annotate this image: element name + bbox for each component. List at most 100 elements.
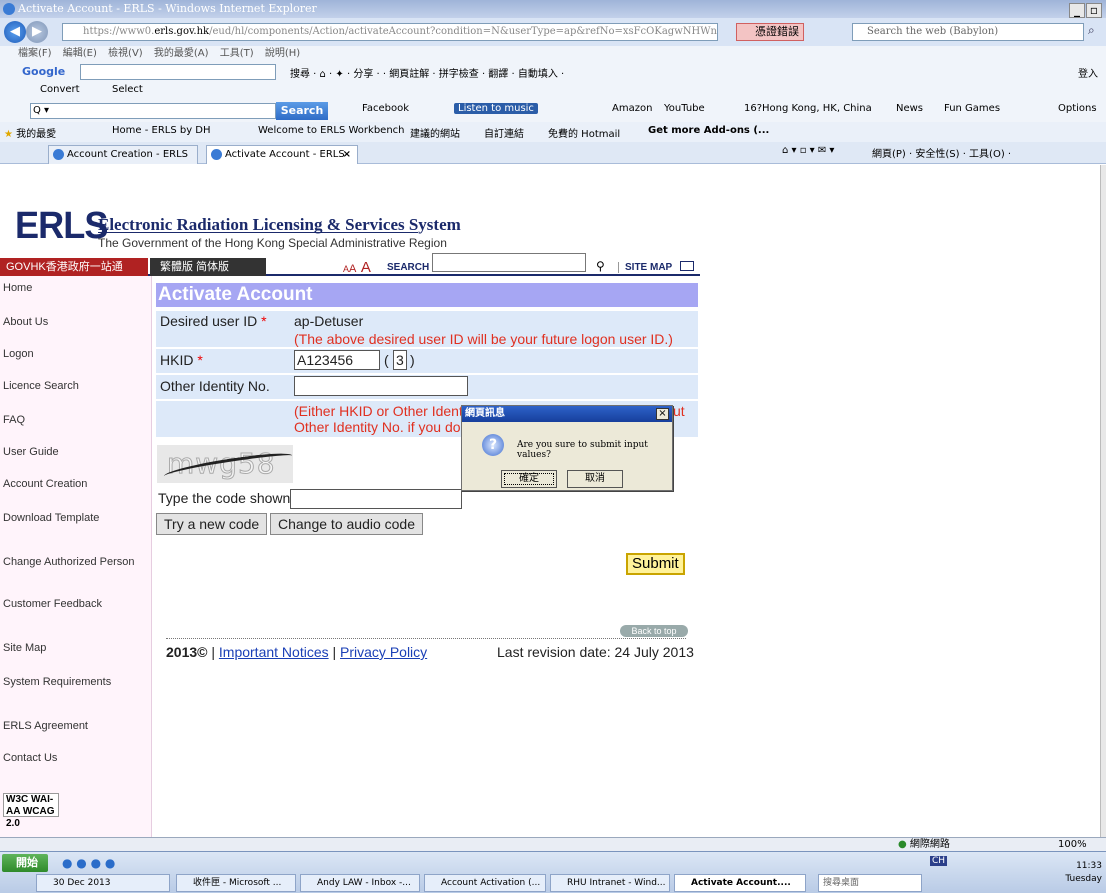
nav-account-creation[interactable]: Account Creation <box>3 478 87 490</box>
nav-site-map[interactable]: Site Map <box>3 642 46 654</box>
dialog-cancel-button[interactable]: 取消 <box>567 470 623 488</box>
footer-links: 2013© | Important Notices | Privacy Poli… <box>166 644 428 660</box>
hkid-paren-open: ( <box>384 352 389 368</box>
menu-bar: 檔案(F) 編輯(E) 檢視(V) 我的最愛(A) 工具(T) 說明(H) <box>0 46 1106 62</box>
nav-logon[interactable]: Logon <box>3 348 34 360</box>
favorite-home-erls[interactable]: Home - ERLS by DH <box>112 125 211 136</box>
address-input[interactable]: https://www0.erls.gov.hk/eud/hl/componen… <box>62 23 718 41</box>
sitemap-link[interactable]: SITE MAP <box>618 262 672 273</box>
taskbar-folder-item[interactable]: 30 Dec 2013 <box>36 874 170 892</box>
taskbar-outlook-inbox[interactable]: 收件匣 - Microsoft ... <box>176 874 296 892</box>
forward-arrow-icon[interactable]: ▶ <box>26 21 48 43</box>
system-clock[interactable]: 11:33 Tuesday <box>1065 860 1102 886</box>
dialog-close-button[interactable]: × <box>656 408 669 420</box>
userid-label: Desired user ID * <box>160 313 267 329</box>
back-to-top-link[interactable]: Back to top <box>620 625 688 637</box>
taskbar-account-activation[interactable]: Account Activation (... <box>424 874 546 892</box>
language-links[interactable]: 繁體版 简体版 <box>150 258 266 276</box>
nav-change-authorized-person[interactable]: Change Authorized Person <box>3 556 134 568</box>
nav-erls-agreement[interactable]: ERLS Agreement <box>3 720 88 732</box>
quick-launch-icons[interactable]: ● ● ● ● <box>62 856 115 870</box>
hkid-paren-close: ) <box>410 352 415 368</box>
youtube-link[interactable]: YouTube <box>664 103 705 114</box>
desktop-search-input[interactable]: 搜尋桌面 <box>818 874 922 892</box>
globe-icon: ● <box>898 839 907 850</box>
menu-favorites[interactable]: 我的最愛(A) <box>154 48 209 59</box>
select-button[interactable]: Select <box>112 84 143 95</box>
govhk-link[interactable]: GOVHK香港政府一站通 <box>0 258 148 276</box>
facebook-link[interactable]: Facebook <box>362 103 409 114</box>
nav-home[interactable]: Home <box>3 282 32 294</box>
fun-games-link[interactable]: Fun Games <box>944 103 1000 114</box>
menu-edit[interactable]: 編輯(E) <box>63 48 97 59</box>
menu-help[interactable]: 說明(H) <box>265 48 300 59</box>
nav-user-guide[interactable]: User Guide <box>3 446 59 458</box>
captcha-code-input[interactable] <box>290 489 462 509</box>
dialog-message: Are you sure to submit input values? <box>517 440 648 460</box>
favorite-custom-links[interactable]: 自訂連結 <box>484 125 524 140</box>
minimize-button[interactable]: _ <box>1069 3 1085 18</box>
weather-link[interactable]: 16?Hong Kong, HK, China <box>744 103 872 114</box>
news-link[interactable]: News <box>896 103 923 114</box>
privacy-policy-link[interactable]: Privacy Policy <box>340 644 427 660</box>
tab-close-icon[interactable]: × <box>343 146 351 163</box>
nav-customer-feedback[interactable]: Customer Feedback <box>3 598 102 610</box>
favorite-erls-workbench[interactable]: Welcome to ERLS Workbench <box>258 125 405 136</box>
hkid-input[interactable]: A123456 <box>294 350 380 370</box>
listen-music-link[interactable]: Listen to music <box>454 103 538 114</box>
back-arrow-icon[interactable]: ◀ <box>4 21 26 43</box>
google-login-link[interactable]: 登入 <box>1078 65 1098 80</box>
home-icon[interactable]: ⌂ ▾ ▫ ▾ ✉ ▾ <box>782 145 834 156</box>
taskbar-rhu-intranet[interactable]: RHU Intranet - Wind... <box>550 874 670 892</box>
google-tools[interactable]: 搜尋 · ⌂ · ✦ · 分享 · · 網頁註解 · 拼字檢查 · 翻譯 · 自… <box>290 65 564 80</box>
font-size-controls[interactable]: AA A <box>343 259 371 277</box>
other-id-input[interactable] <box>294 376 468 396</box>
nav-about-us[interactable]: About Us <box>3 316 48 328</box>
search-icon[interactable]: ⚲ <box>596 259 605 273</box>
convert-button[interactable]: Convert <box>40 84 80 95</box>
favorite-addons[interactable]: Get more Add-ons (... <box>648 125 769 136</box>
menu-file[interactable]: 檔案(F) <box>18 48 52 59</box>
favorite-hotmail[interactable]: 免費的 Hotmail <box>548 125 620 140</box>
tab-activate-account[interactable]: Activate Account - ERLS × <box>206 145 358 164</box>
vertical-scrollbar[interactable] <box>1100 165 1106 837</box>
favorites-button[interactable]: ★ 我的最愛 <box>4 125 56 140</box>
hkid-check-digit-input[interactable]: 3 <box>393 350 407 370</box>
google-search-input[interactable] <box>80 64 276 80</box>
try-new-code-button[interactable]: Try a new code <box>156 513 268 535</box>
start-button[interactable]: 開始 <box>2 854 48 872</box>
submit-button[interactable]: Submit <box>626 553 685 575</box>
userid-row: Desired user ID * ap-Detuser (The above … <box>156 311 698 347</box>
ask-search-button[interactable]: Search <box>276 102 328 120</box>
zoom-level[interactable]: 100% <box>1058 838 1087 851</box>
certificate-error-button[interactable]: 憑證錯誤 <box>736 23 804 41</box>
mail-icon[interactable] <box>680 261 694 271</box>
menu-tools[interactable]: 工具(T) <box>220 48 254 59</box>
nav-faq[interactable]: FAQ <box>3 414 25 426</box>
taskbar-andy-inbox[interactable]: Andy LAW - Inbox -... <box>300 874 420 892</box>
maximize-button[interactable]: ▫ <box>1086 3 1102 18</box>
favorites-bar: ★ 我的最愛 Home - ERLS by DH Welcome to ERLS… <box>0 122 1106 142</box>
nav-system-requirements[interactable]: System Requirements <box>3 676 111 688</box>
tab-account-creation[interactable]: Account Creation - ERLS <box>48 145 198 164</box>
search-icon[interactable]: ⌕ <box>1088 23 1095 38</box>
options-link[interactable]: Options <box>1058 103 1097 114</box>
revision-date: Last revision date: 24 July 2013 <box>497 644 694 660</box>
site-search-input[interactable] <box>432 253 586 272</box>
important-notices-link[interactable]: Important Notices <box>219 644 329 660</box>
web-search-input[interactable]: Search the web (Babylon) <box>852 23 1084 41</box>
command-bar-tools[interactable]: 網頁(P) · 安全性(S) · 工具(O) · <box>872 145 1011 160</box>
amazon-link[interactable]: Amazon <box>612 103 652 114</box>
audio-code-button[interactable]: Change to audio code <box>270 513 423 535</box>
nav-contact-us[interactable]: Contact Us <box>3 752 57 764</box>
nav-download-template[interactable]: Download Template <box>3 512 99 524</box>
language-indicator[interactable]: CH <box>930 856 948 866</box>
confirm-dialog: 網頁訊息 × ? Are you sure to submit input va… <box>461 405 673 491</box>
favorite-suggested-sites[interactable]: 建議的網站 <box>410 125 460 140</box>
menu-view[interactable]: 檢視(V) <box>108 48 143 59</box>
dialog-ok-button[interactable]: 確定 <box>501 470 557 488</box>
ask-search-input[interactable]: Q ▾ <box>30 103 276 119</box>
w3c-badge[interactable]: W3C WAI-AA WCAG 2.0 <box>3 793 59 829</box>
taskbar-activate-account[interactable]: Activate Account.... <box>674 874 806 892</box>
nav-licence-search[interactable]: Licence Search <box>3 380 79 392</box>
